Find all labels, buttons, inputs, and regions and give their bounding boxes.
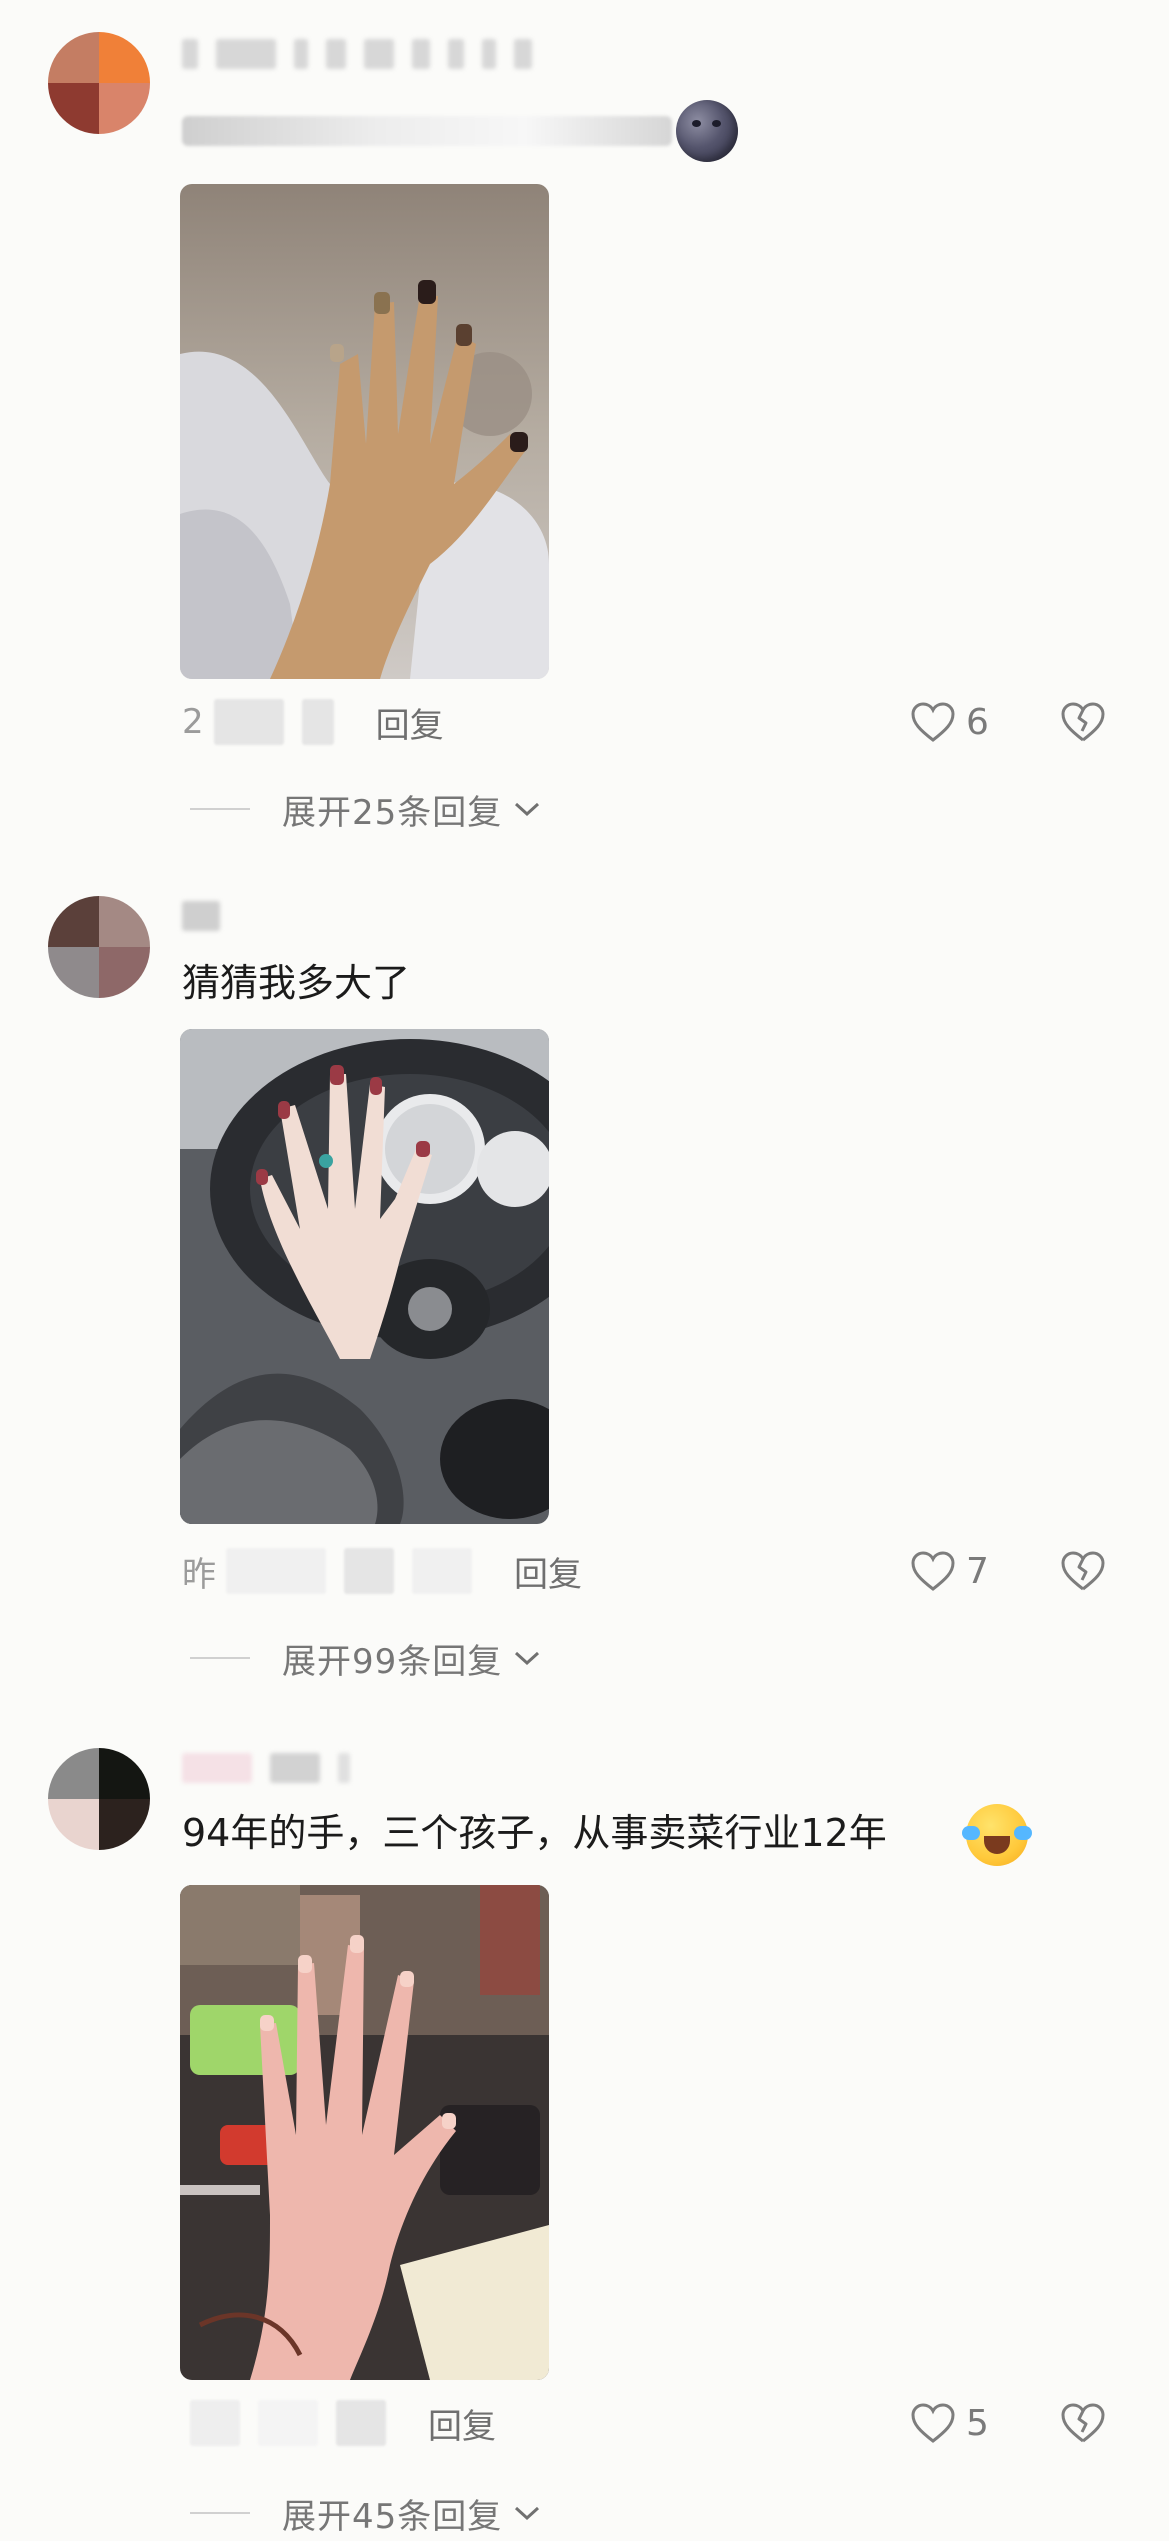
broken-heart-icon [1061,1551,1105,1591]
avatar[interactable] [48,1748,150,1850]
like-count: 5 [966,2402,989,2444]
chevron-down-icon [515,2506,540,2521]
expand-replies-label: 展开99条回复 [282,1641,503,1682]
chevron-down-icon [515,1651,540,1666]
expand-replies-button[interactable]: 展开25条回复 [190,784,542,834]
comment-photo[interactable] [180,1029,549,1524]
username-blurred[interactable] [182,896,220,936]
like-button[interactable]: 5 [910,2398,989,2448]
comment-meta: 2 回复 [182,697,444,747]
comment-photo[interactable] [180,1885,549,2380]
divider [190,808,250,810]
timestamp-blurred [190,2400,240,2446]
location-blurred [344,1548,394,1594]
timestamp: 2 [182,702,206,742]
like-count: 6 [966,701,989,743]
crying-laughing-icon [962,1804,1032,1866]
timestamp-blurred [258,2400,318,2446]
timestamp-blurred [213,699,284,745]
reply-button[interactable]: 回复 [428,2399,496,2448]
username-blurred[interactable] [182,34,532,74]
like-button[interactable]: 7 [910,1546,989,1596]
heart-icon [911,702,955,742]
heart-icon [911,2403,955,2443]
like-count: 7 [966,1550,989,1592]
dislike-button[interactable] [1060,2398,1106,2448]
broken-heart-icon [1061,2403,1105,2443]
reply-button[interactable]: 回复 [514,1547,582,1596]
comment-text-blurred [182,116,672,146]
location-blurred [412,1548,472,1594]
avatar[interactable] [48,32,150,134]
location-blurred [336,2400,386,2446]
chevron-down-icon [515,802,540,817]
broken-heart-icon [1061,702,1105,742]
comment-meta: 回复 [182,2398,496,2448]
expand-replies-label: 展开45条回复 [282,2496,503,2537]
expand-replies-label: 展开25条回复 [282,792,503,833]
expand-replies-button[interactable]: 展开45条回复 [190,2488,542,2538]
username-blurred[interactable] [182,1748,350,1788]
dislike-button[interactable] [1060,1546,1106,1596]
comment-text: 猜猜我多大了 [182,961,411,1005]
divider [190,2512,250,2514]
comment-text: 94年的手，三个孩子，从事卖菜行业12年 [182,1811,887,1855]
timestamp-blurred [226,1548,326,1594]
dislike-button[interactable] [1060,697,1106,747]
comment-photo[interactable] [180,184,549,679]
like-button[interactable]: 6 [910,697,989,747]
comment-meta: 昨 回复 [182,1546,582,1596]
reply-button[interactable]: 回复 [376,698,444,747]
expand-replies-button[interactable]: 展开99条回复 [190,1633,542,1683]
avatar[interactable] [48,896,150,998]
timestamp: 昨 [182,1554,218,1595]
moon-face-icon [676,100,738,162]
divider [190,1657,250,1659]
heart-icon [911,1551,955,1591]
location-blurred [301,699,334,745]
